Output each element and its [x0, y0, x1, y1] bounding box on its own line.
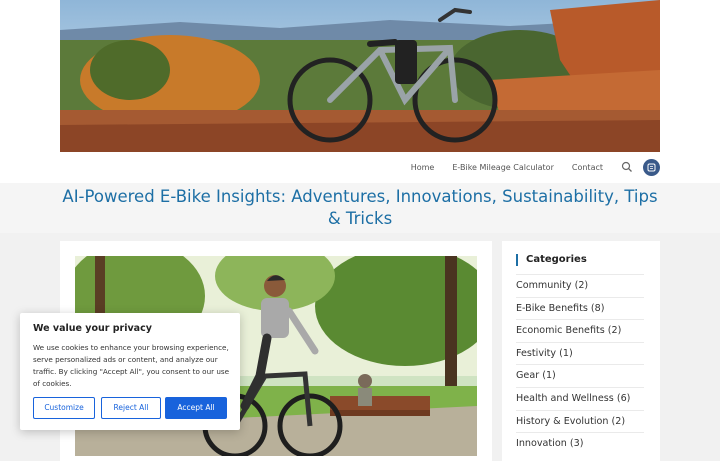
nav-mileage-calculator-link[interactable]: E-Bike Mileage Calculator	[452, 163, 554, 172]
cookie-title: We value your privacy	[33, 323, 152, 334]
category-link[interactable]: Festivity (1)	[516, 341, 644, 365]
customize-button[interactable]: Customize	[33, 397, 95, 419]
categories-heading: Categories	[516, 254, 587, 266]
category-link[interactable]: E-Bike Benefits (8)	[516, 296, 644, 320]
nav-contact-link[interactable]: Contact	[572, 163, 603, 172]
category-link[interactable]: Community (2)	[516, 274, 644, 297]
category-link[interactable]: Health and Wellness (6)	[516, 386, 644, 410]
reject-all-button[interactable]: Reject All	[101, 397, 161, 419]
circle-menu-icon[interactable]	[643, 158, 660, 176]
page-title: AI-Powered E-Bike Insights: Adventures, …	[62, 187, 658, 228]
nav-home-link[interactable]: Home	[411, 163, 435, 172]
main-navigation: Home E-Bike Mileage Calculator Contact	[393, 152, 660, 182]
cookie-description: We use cookies to enhance your browsing …	[33, 343, 230, 388]
category-link[interactable]: Economic Benefits (2)	[516, 319, 644, 342]
category-link[interactable]: History & Evolution (2)	[516, 409, 644, 433]
category-link[interactable]: Gear (1)	[516, 364, 644, 387]
accept-all-button[interactable]: Accept All	[165, 397, 227, 419]
cookie-consent-banner: We value your privacy We use cookies to …	[20, 313, 240, 430]
hero-banner-image	[60, 0, 660, 152]
categories-list: Community (2) E-Bike Benefits (8) Econom…	[516, 274, 644, 455]
category-link[interactable]: Innovation (3)	[516, 432, 644, 455]
search-icon[interactable]	[621, 161, 633, 173]
